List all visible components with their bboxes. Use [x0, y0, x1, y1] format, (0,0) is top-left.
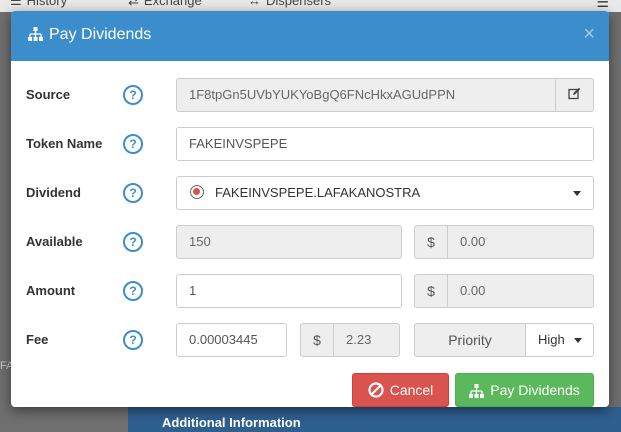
- dividend-select[interactable]: FAKEINVSPEPE.LAFAKANOSTRA: [176, 176, 594, 210]
- modal-header: Pay Dividends ×: [11, 11, 609, 61]
- token-name-field[interactable]: FAKEINVSPEPE: [176, 127, 594, 161]
- token-icon: [190, 185, 204, 199]
- source-field[interactable]: 1F8tpGn5UVbYUKYoBgQ6FNcHkxAGUdPPN: [176, 78, 556, 112]
- priority-select[interactable]: High: [525, 323, 594, 357]
- available-usd-addon: $: [414, 225, 448, 259]
- modal-title: Pay Dividends: [28, 26, 151, 46]
- available-usd-field[interactable]: 0.00: [447, 225, 594, 259]
- background-tab-history: ☰ History: [10, 0, 67, 9]
- hamburger-menu-icon: ☰: [596, 0, 609, 10]
- caret-down-icon: [573, 191, 581, 196]
- pay-dividends-button[interactable]: Pay Dividends: [455, 373, 594, 407]
- amount-usd-field[interactable]: 0.00: [447, 274, 594, 308]
- source-label: Source: [26, 87, 71, 102]
- ban-icon: [368, 377, 384, 407]
- available-help-icon[interactable]: ?: [123, 232, 143, 252]
- edit-icon: [568, 87, 581, 103]
- fee-row: Fee ? 0.00003445 $ 2.23 Priority High: [11, 323, 609, 359]
- token-name-label: Token Name: [26, 136, 103, 151]
- fee-usd-field[interactable]: 2.23: [333, 323, 400, 357]
- fee-help-icon[interactable]: ?: [123, 330, 143, 350]
- cancel-button[interactable]: Cancel: [352, 373, 449, 407]
- arrows-horizontal-icon: ↔: [248, 0, 261, 8]
- background-side-text: FA: [0, 360, 14, 372]
- caret-down-icon: [574, 338, 582, 343]
- dividend-label: Dividend: [26, 185, 81, 200]
- background-bottom-panel: Additional Information: [128, 407, 621, 432]
- pay-dividends-modal: Pay Dividends × Source ? 1F8tpGn5UVbYUKY…: [11, 11, 609, 407]
- background-tab-exchange: ⇄ Exchange: [128, 0, 202, 9]
- dividend-selected-value: FAKEINVSPEPE.LAFAKANOSTRA: [215, 185, 421, 200]
- sitemap-icon: [469, 377, 485, 407]
- fee-label: Fee: [26, 332, 49, 347]
- fee-field[interactable]: 0.00003445: [176, 323, 287, 357]
- token-name-row: Token Name ? FAKEINVSPEPE: [11, 127, 609, 163]
- amount-field[interactable]: 1: [176, 274, 402, 308]
- amount-label: Amount: [26, 283, 76, 298]
- exchange-icon: ⇄: [128, 0, 139, 8]
- sitemap-icon: [28, 27, 43, 46]
- amount-row: Amount ? 1 $ 0.00: [11, 274, 609, 310]
- priority-label: Priority: [414, 323, 526, 357]
- list-icon: ☰: [10, 0, 22, 8]
- available-field[interactable]: 150: [176, 225, 402, 259]
- source-help-icon[interactable]: ?: [123, 85, 143, 105]
- token-name-help-icon[interactable]: ?: [123, 134, 143, 154]
- priority-selected-value: High: [538, 332, 565, 347]
- amount-help-icon[interactable]: ?: [123, 281, 143, 301]
- amount-usd-addon: $: [414, 274, 448, 308]
- available-row: Available ? 150 $ 0.00: [11, 225, 609, 261]
- fee-usd-addon: $: [300, 323, 334, 357]
- close-button[interactable]: ×: [583, 23, 595, 46]
- available-label: Available: [26, 234, 83, 249]
- background-tab-dispensers: ↔ Dispensers: [248, 0, 331, 8]
- dividend-row: Dividend ? FAKEINVSPEPE.LAFAKANOSTRA: [11, 176, 609, 212]
- edit-source-button[interactable]: [555, 78, 594, 112]
- source-row: Source ? 1F8tpGn5UVbYUKYoBgQ6FNcHkxAGUdP…: [11, 78, 609, 114]
- dividend-help-icon[interactable]: ?: [123, 183, 143, 203]
